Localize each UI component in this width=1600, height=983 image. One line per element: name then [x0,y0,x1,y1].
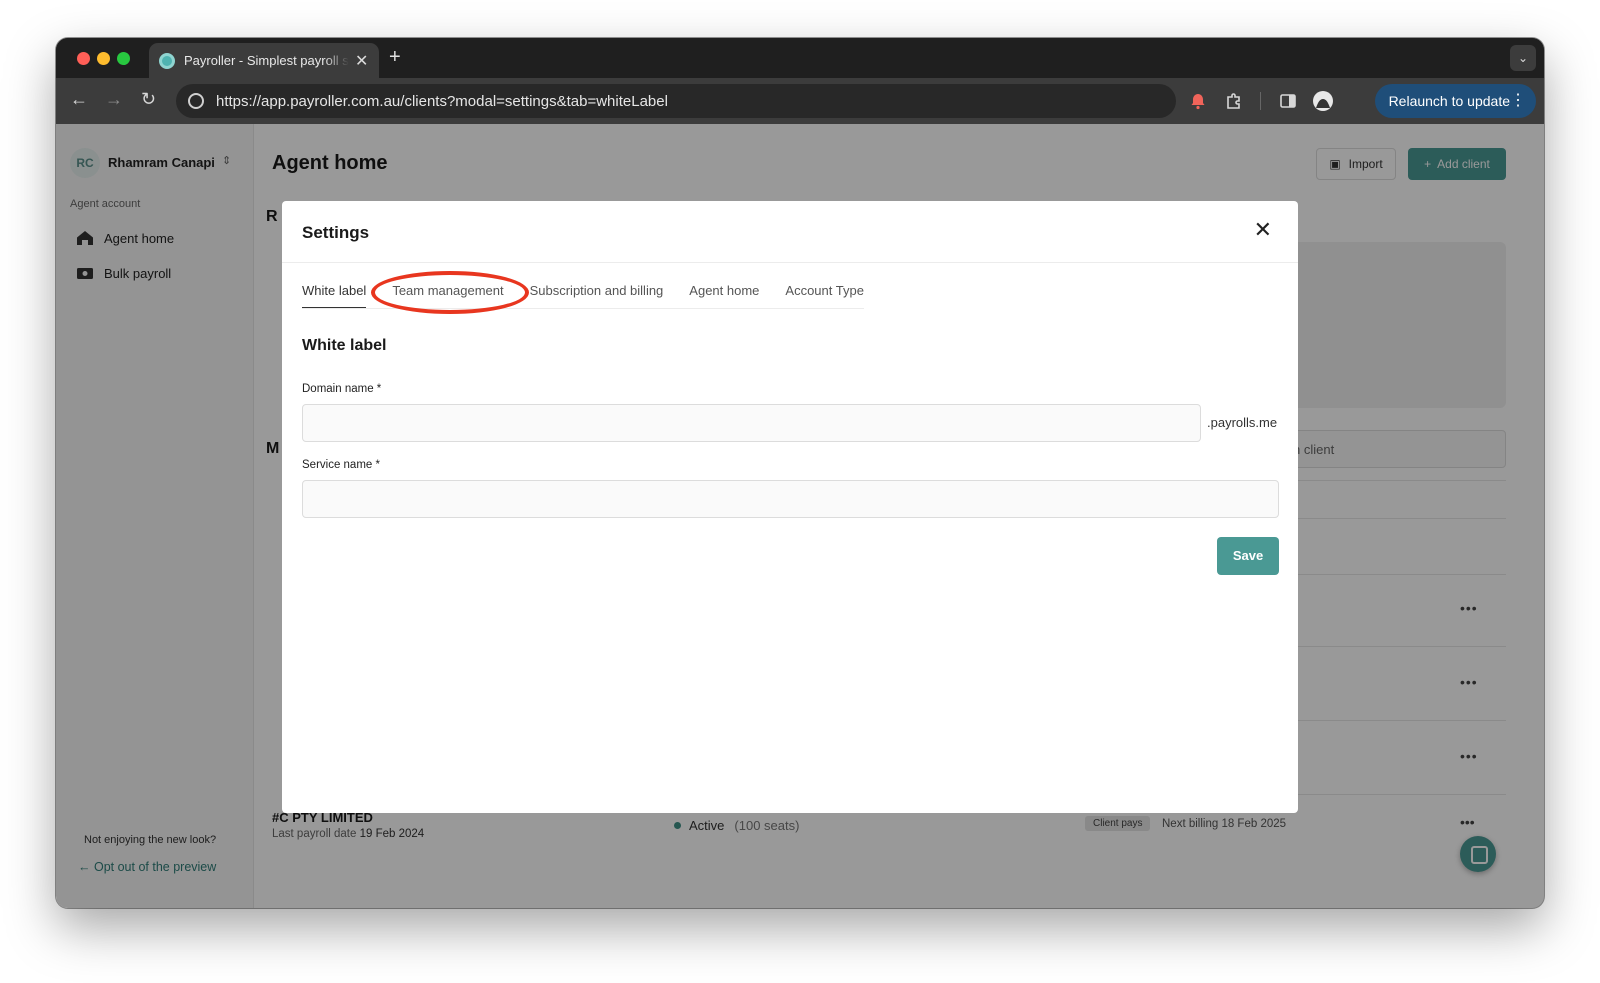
close-window-button[interactable] [77,52,90,65]
browser-window: Payroller - Simplest payroll software ✕ … [56,38,1544,908]
domain-name-label: Domain name * [302,383,382,395]
save-button[interactable]: Save [1217,537,1279,575]
profile-avatar-icon[interactable] [1312,90,1334,112]
browser-tab[interactable]: Payroller - Simplest payroll software ✕ [149,43,379,78]
tab-agent-home[interactable]: Agent home [689,283,759,308]
maximize-window-button[interactable] [117,52,130,65]
toolbar-divider [1260,92,1261,110]
close-icon[interactable]: ✕ [1254,219,1272,241]
browser-toolbar: ← → ↻ https://app.payroller.com.au/clien… [56,78,1544,124]
settings-modal: Settings ✕ White label Team management S… [282,201,1298,813]
close-tab-icon[interactable]: ✕ [355,51,368,71]
new-tab-button[interactable]: + [389,46,401,69]
payroller-favicon-icon [159,52,175,69]
annotation-circle [371,271,529,314]
section-title: White label [302,337,387,354]
domain-name-input[interactable] [302,404,1201,442]
more-vert-icon[interactable]: ⋮ [1510,84,1526,118]
tab-strip: Payroller - Simplest payroll software ✕ … [56,38,1544,78]
tab-account-type[interactable]: Account Type [785,283,864,308]
tab-subscription-billing[interactable]: Subscription and billing [530,283,664,308]
tab-title: Payroller - Simplest payroll software [184,53,349,68]
service-name-label: Service name * [302,459,380,471]
address-bar[interactable]: https://app.payroller.com.au/clients?mod… [176,84,1176,118]
domain-suffix: .payrolls.me [1207,415,1278,430]
back-icon[interactable]: ← [70,89,88,110]
url-text[interactable]: https://app.payroller.com.au/clients?mod… [216,93,668,110]
reload-icon[interactable]: ↻ [141,89,156,110]
extensions-icon[interactable] [1224,91,1244,111]
tab-white-label[interactable]: White label [302,283,367,308]
tab-search-button[interactable]: ⌄ [1510,45,1536,71]
relaunch-label: Relaunch to update [1388,93,1510,109]
side-panel-icon[interactable] [1278,91,1298,111]
relaunch-button[interactable]: Relaunch to update ⋮ [1374,84,1536,118]
minimize-window-button[interactable] [97,52,110,65]
app-page: RC Rhamram Canapi ⇕ Agent account Agent … [56,124,1544,908]
modal-header: Settings ✕ [282,201,1298,263]
modal-title: Settings [302,223,370,242]
forward-icon[interactable]: → [105,89,123,110]
service-name-input[interactable] [302,480,1279,518]
site-info-icon[interactable] [188,93,204,109]
notification-bell-icon[interactable] [1188,91,1208,111]
